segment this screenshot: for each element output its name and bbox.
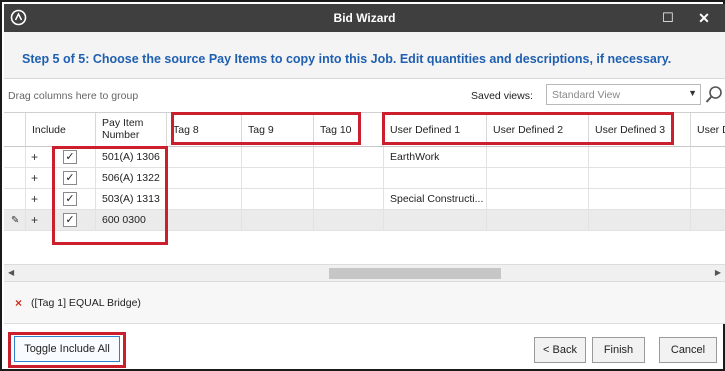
table-row[interactable]: + ✓ 503(A) 1313 Special Constructi... <box>4 189 725 210</box>
include-checkbox[interactable]: ✓ <box>63 192 77 206</box>
filter-expression[interactable]: ([Tag 1] EQUAL Bridge) <box>31 297 141 309</box>
saved-views-label: Saved views: <box>471 90 533 102</box>
column-header-user-defined-2[interactable]: User Defined 2 <box>487 113 589 147</box>
maximize-icon[interactable]: ☐ <box>657 8 679 28</box>
chevron-down-icon: ▼ <box>688 88 697 98</box>
row-indicator <box>4 168 26 189</box>
column-header-ud2-label: User Defined 2 <box>493 124 564 136</box>
user-defined-2-cell[interactable] <box>487 147 589 168</box>
column-header-ud4-label: User D <box>697 124 725 136</box>
user-defined-1-cell[interactable]: EarthWork <box>384 147 487 168</box>
table-row[interactable]: + ✓ 501(A) 1306 EarthWork <box>4 147 725 168</box>
tag10-cell[interactable] <box>314 147 384 168</box>
tag9-cell[interactable] <box>242 147 314 168</box>
tag8-cell[interactable] <box>167 210 242 231</box>
back-button[interactable]: < Back <box>534 337 586 363</box>
tag10-cell[interactable] <box>314 168 384 189</box>
column-header-pay-item-number[interactable]: Pay Item Number <box>96 113 167 147</box>
pay-item-header-line2: Number <box>102 129 140 141</box>
pay-item-cell[interactable]: 600 0300 <box>96 210 167 231</box>
user-defined-2-cell[interactable] <box>487 210 589 231</box>
include-cell[interactable]: + ✓ <box>26 147 96 168</box>
expand-plus-icon[interactable]: + <box>31 168 38 189</box>
column-header-tag8[interactable]: Tag 8 <box>167 113 242 147</box>
pay-item-cell[interactable]: 506(A) 1322 <box>96 168 167 189</box>
tag8-cell[interactable] <box>167 168 242 189</box>
scroll-left-icon[interactable]: ◀ <box>8 268 14 277</box>
group-by-panel[interactable]: Drag columns here to group Saved views: … <box>4 79 725 112</box>
include-checkbox[interactable]: ✓ <box>63 213 77 227</box>
bid-wizard-window: Bid Wizard ☐ ✕ Step 5 of 5: Choose the s… <box>0 0 725 371</box>
column-header-ud3-label: User Defined 3 <box>595 124 666 136</box>
row-indicator-header <box>4 113 26 147</box>
saved-views-dropdown[interactable]: Standard View ▼ <box>546 84 701 105</box>
filter-panel: × ([Tag 1] EQUAL Bridge) <box>4 282 725 324</box>
user-defined-3-cell[interactable] <box>589 147 691 168</box>
title-bar: Bid Wizard ☐ ✕ <box>4 4 725 32</box>
tag9-cell[interactable] <box>242 168 314 189</box>
table-row-active[interactable]: ✎ + ✓ 600 0300 <box>4 210 725 231</box>
user-defined-3-cell[interactable] <box>589 189 691 210</box>
pencil-edit-icon: ✎ <box>11 215 20 226</box>
include-cell[interactable]: + ✓ <box>26 210 96 231</box>
user-defined-1-cell[interactable] <box>384 168 487 189</box>
saved-views-value: Standard View <box>552 89 621 101</box>
column-header-ud1-label: User Defined 1 <box>390 124 461 136</box>
include-cell[interactable]: + ✓ <box>26 168 96 189</box>
horizontal-scrollbar[interactable]: ◀ ▶ <box>4 264 725 282</box>
tag8-cell[interactable] <box>167 189 242 210</box>
pay-items-grid: Include Pay Item Number Tag 8 Tag 9 Tag 1… <box>4 112 725 264</box>
column-header-tag10[interactable]: Tag 10 <box>314 113 384 147</box>
column-header-pay-item-label: Pay Item Number <box>102 117 143 141</box>
step-banner: Step 5 of 5: Choose the source Pay Items… <box>4 32 725 79</box>
include-checkbox[interactable]: ✓ <box>63 171 77 185</box>
column-header-include-label: Include <box>32 124 66 136</box>
clear-filter-icon[interactable]: × <box>15 296 22 310</box>
include-cell[interactable]: + ✓ <box>26 189 96 210</box>
user-defined-2-cell[interactable] <box>487 189 589 210</box>
column-header-tag10-label: Tag 10 <box>320 124 352 136</box>
column-header-tag9[interactable]: Tag 9 <box>242 113 314 147</box>
cancel-button[interactable]: Cancel <box>659 337 717 363</box>
tag10-cell[interactable] <box>314 189 384 210</box>
table-row[interactable]: + ✓ 506(A) 1322 <box>4 168 725 189</box>
toggle-include-all-button[interactable]: Toggle Include All <box>14 336 120 362</box>
pay-item-header-line1: Pay Item <box>102 117 144 129</box>
column-header-user-defined-1[interactable]: User Defined 1 <box>384 113 487 147</box>
include-checkbox[interactable]: ✓ <box>63 150 77 164</box>
expand-plus-icon[interactable]: + <box>31 210 38 231</box>
user-defined-1-cell[interactable] <box>384 210 487 231</box>
pay-item-cell[interactable]: 501(A) 1306 <box>96 147 167 168</box>
column-header-include[interactable]: Include <box>26 113 96 147</box>
column-header-user-defined-3[interactable]: User Defined 3 <box>589 113 691 147</box>
tag9-cell[interactable] <box>242 210 314 231</box>
user-defined-3-cell[interactable] <box>589 168 691 189</box>
search-icon[interactable] <box>705 85 723 105</box>
expand-plus-icon[interactable]: + <box>31 189 38 210</box>
tag10-cell[interactable] <box>314 210 384 231</box>
user-defined-3-cell[interactable] <box>589 210 691 231</box>
expand-plus-icon[interactable]: + <box>31 147 38 168</box>
window-title: Bid Wizard <box>333 11 396 25</box>
row-indicator <box>4 189 26 210</box>
column-header-tag8-label: Tag 8 <box>173 124 199 136</box>
user-defined-2-cell[interactable] <box>487 168 589 189</box>
row-indicator <box>4 147 26 168</box>
user-defined-1-cell[interactable]: Special Constructi... <box>384 189 487 210</box>
pay-item-cell[interactable]: 503(A) 1313 <box>96 189 167 210</box>
tag8-cell[interactable] <box>167 147 242 168</box>
tag9-cell[interactable] <box>242 189 314 210</box>
scroll-right-icon[interactable]: ▶ <box>715 268 721 277</box>
step-instructions: Step 5 of 5: Choose the source Pay Items… <box>22 52 672 66</box>
close-icon[interactable]: ✕ <box>693 8 715 28</box>
column-header-tag9-label: Tag 9 <box>248 124 274 136</box>
row-indicator: ✎ <box>4 210 26 231</box>
scrollbar-thumb[interactable] <box>329 268 501 279</box>
finish-button[interactable]: Finish <box>592 337 645 363</box>
column-header-user-defined-4[interactable]: User D <box>691 113 725 147</box>
group-by-hint: Drag columns here to group <box>8 90 139 102</box>
